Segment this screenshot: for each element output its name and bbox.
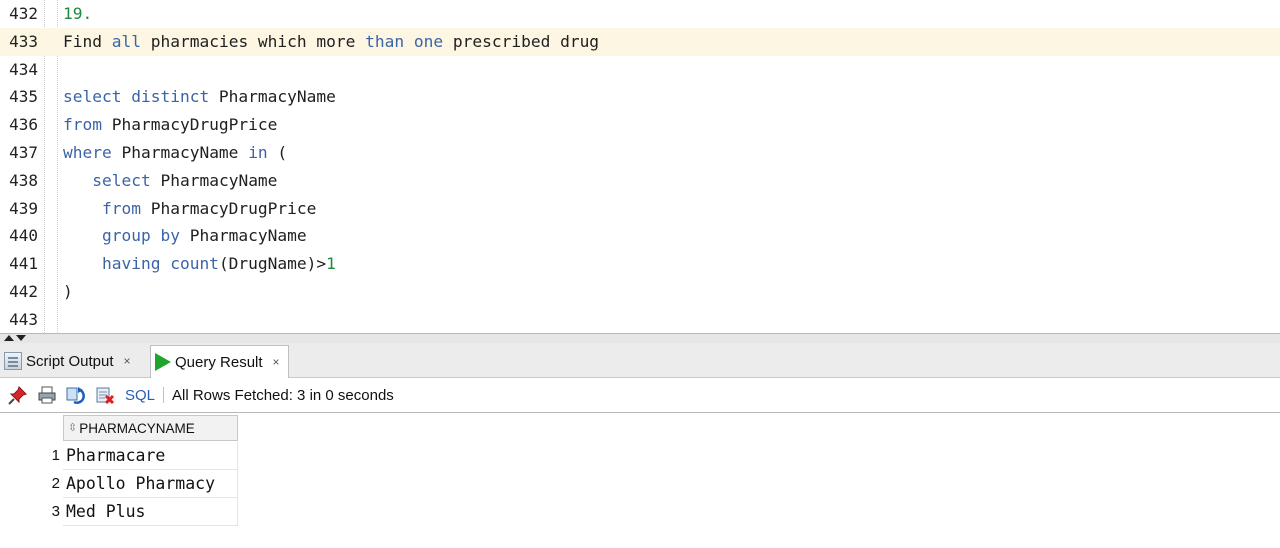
row-number: 3 [51,503,60,520]
line-number: 432 [9,4,38,23]
number-literal: 1 [326,254,336,274]
sql-keyword: select [92,170,151,190]
code-line[interactable]: 440 group by PharmacyName [0,222,1280,250]
code-token: (DrugName)> [218,254,327,274]
result-grid[interactable]: ⇳ PHARMACYNAME 1 Pharmacare 2 Apollo Pharma… [0,413,1280,548]
code-text[interactable]: where PharmacyName in ( [63,139,287,167]
play-icon [155,353,171,371]
code-text[interactable]: from PharmacyDrugPrice [63,111,277,139]
column-header-label: PHARMACYNAME [79,420,195,436]
close-icon[interactable]: × [273,355,280,369]
line-number: 436 [9,115,38,135]
tab-script-output-label: Script Output [26,352,114,370]
code-text[interactable]: ) [63,278,73,306]
line-number: 434 [9,59,38,79]
code-token: pharmacies which more [140,31,366,51]
line-number: 441 [9,254,38,274]
code-text[interactable]: select PharmacyName [63,167,277,195]
sql-keyword: group by [101,226,180,246]
code-token: PharmacyName [150,170,278,190]
table-row[interactable]: 3 Med Plus [0,498,240,526]
expand-up-icon[interactable] [4,335,14,341]
table-cell[interactable]: Pharmacare [63,442,238,470]
code-token: PharmacyName [209,87,336,107]
sql-keyword: from [63,115,102,135]
code-line[interactable]: 439 from PharmacyDrugPrice [0,195,1280,223]
table-cell[interactable]: Med Plus [63,498,238,526]
code-line[interactable]: 433 Find all pharmacies which more than o… [0,27,1280,56]
line-number: 440 [9,226,38,246]
code-line[interactable]: 434 [0,56,1280,84]
column-header-pharmacyname[interactable]: ⇳ PHARMACYNAME [63,415,238,441]
line-number: 438 [9,170,38,190]
result-tab-bar: Script Output × Query Result × [0,343,1280,378]
code-line[interactable]: 435 select distinct PharmacyName [0,83,1280,111]
row-number: 1 [51,447,60,464]
code-text[interactable]: select distinct PharmacyName [63,83,336,111]
number-literal: 19. [63,4,93,23]
line-number: 443 [9,309,38,329]
tab-query-result[interactable]: Query Result × [150,345,289,378]
code-token: PharmacyDrugPrice [140,198,317,218]
code-text[interactable]: 19. [63,0,92,28]
refresh-icon[interactable] [65,384,87,406]
sql-keyword: having count [101,254,219,274]
line-number: 435 [9,87,38,107]
code-text[interactable]: from PharmacyDrugPrice [63,195,316,223]
close-icon[interactable]: × [124,354,131,368]
table-row[interactable]: 2 Apollo Pharmacy [0,470,240,498]
sort-icon: ⇳ [68,422,78,434]
fetch-status-text: All Rows Fetched: 3 in 0 seconds [172,386,394,404]
sql-keyword: from [101,198,141,218]
pin-icon[interactable] [7,384,29,406]
code-token: PharmacyDrugPrice [101,115,278,135]
line-number: 437 [9,143,38,162]
code-line[interactable]: 442) [0,278,1280,306]
code-token: prescribed drug [443,31,600,51]
result-toolbar: SQL All Rows Fetched: 3 in 0 seconds [0,378,1280,413]
code-text[interactable]: group by PharmacyName [63,222,307,250]
code-line[interactable]: 441 having count(DrugName)>1 [0,250,1280,278]
sql-keyword: one [413,31,444,51]
code-line[interactable]: 437 where PharmacyName in ( [0,139,1280,167]
line-number: 439 [9,198,38,218]
print-icon[interactable] [36,384,58,406]
sql-keyword: than [365,31,405,51]
toolbar-separator [163,387,165,403]
table-row[interactable]: 1 Pharmacare [0,442,240,470]
code-text[interactable]: having count(DrugName)>1 [63,250,336,278]
line-number: 442 [9,282,38,301]
code-token: ) [63,282,73,301]
clear-icon[interactable] [94,384,116,406]
sql-link[interactable]: SQL [125,387,155,404]
code-token: PharmacyName [179,226,307,246]
collapse-down-icon[interactable] [16,335,26,341]
sql-keyword: in [248,143,268,162]
tab-script-output[interactable]: Script Output × [4,345,131,377]
sql-keyword: select distinct [63,87,210,107]
table-cell[interactable]: Apollo Pharmacy [63,470,238,498]
code-line[interactable]: 438 select PharmacyName [0,167,1280,195]
script-output-icon [4,352,22,370]
code-line[interactable]: 443 [0,306,1280,333]
code-text[interactable]: Find all pharmacies which more than one … [63,28,599,56]
sql-editor[interactable]: 432 19. 433 Find all pharmacies which more … [0,0,1280,333]
sql-keyword: all [111,31,141,51]
code-token: Find [63,31,112,51]
line-number: 433 [9,31,38,51]
row-number: 2 [51,475,60,492]
sql-keyword: where [63,143,112,162]
code-token: PharmacyName [111,143,249,162]
tab-query-result-label: Query Result [175,353,263,371]
code-line[interactable]: 432 19. [0,0,1280,28]
code-token: ( [267,143,288,162]
code-line[interactable]: 436 from PharmacyDrugPrice [0,111,1280,139]
